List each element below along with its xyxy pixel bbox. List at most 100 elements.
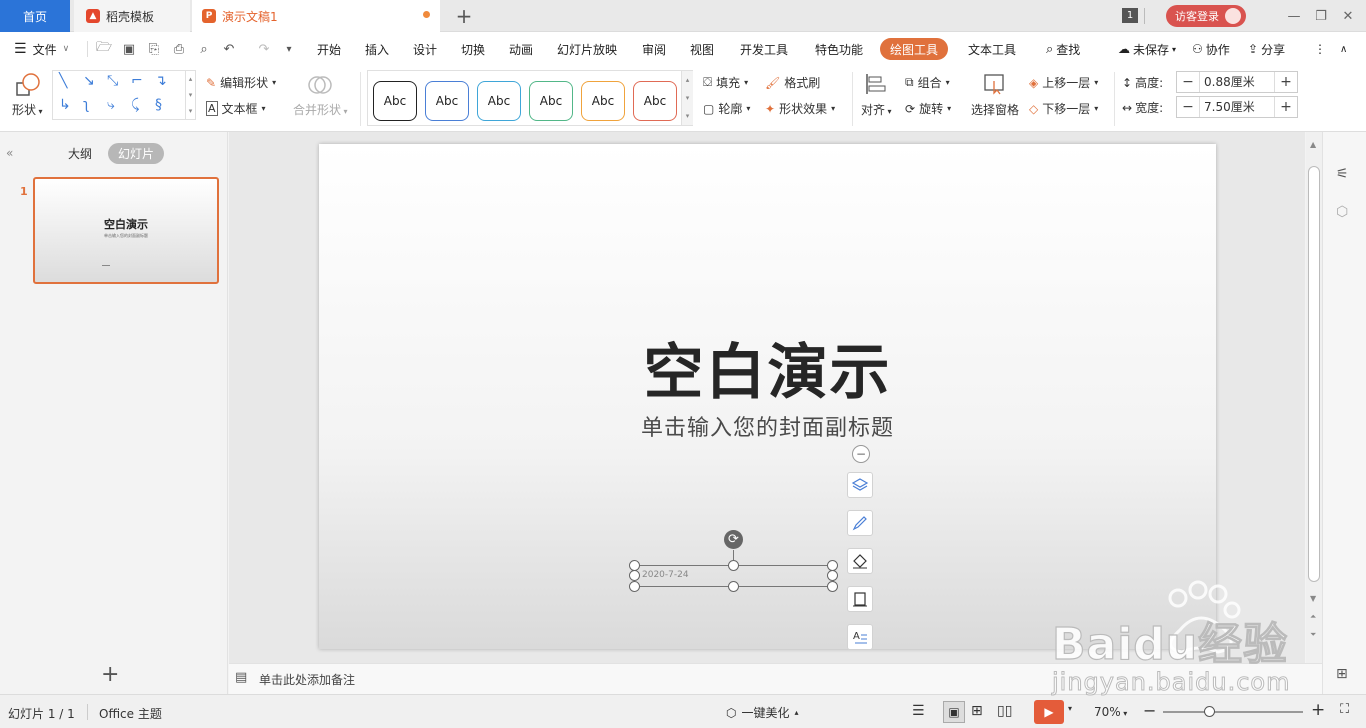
minimize-icon[interactable]: — [1284, 6, 1304, 26]
open-icon[interactable]: 🗁 [96, 40, 112, 57]
rotate-handle-icon[interactable]: ⟳ [724, 530, 743, 549]
customize-icon[interactable]: ▾ [281, 41, 297, 57]
window-count-badge[interactable]: 1 [1122, 8, 1138, 23]
menu-start[interactable]: 开始 [317, 32, 341, 66]
menu-view[interactable]: 视图 [690, 32, 714, 66]
tab-outline[interactable]: 大纲 [68, 145, 92, 162]
menu-features[interactable]: 特色功能 [815, 32, 863, 66]
cube-icon[interactable]: ⬡ [1336, 204, 1348, 220]
notes-pane[interactable]: ▤ 单击此处添加备注 [229, 663, 1322, 694]
line-shape-gallery[interactable]: ╲ ↘ ⤡ ⌐ ↴ ↳ ʅ ⤷ ⤹ § ▴ ▾ ▾ [52, 70, 196, 120]
gallery-scroll[interactable]: ▴ ▾ ▾ [185, 71, 195, 119]
textbox-button[interactable]: A 文本框 ▾ [206, 100, 266, 117]
date-text[interactable]: 2020-7-24 [642, 570, 689, 580]
close-icon[interactable]: ✕ [1338, 6, 1358, 26]
next-slide-icon[interactable]: ⏷ [1310, 630, 1316, 640]
resize-handle[interactable] [827, 581, 838, 592]
unsaved-button[interactable]: ☁ 未保存 ▾ [1118, 32, 1176, 66]
zoom-slider[interactable] [1163, 711, 1303, 713]
increase-width-button[interactable]: + [1275, 97, 1297, 117]
undo-icon[interactable]: ↶ [221, 41, 237, 57]
height-stepper[interactable]: − 0.88厘米 + [1176, 71, 1298, 93]
layers-icon[interactable] [847, 472, 873, 498]
shape-icon[interactable] [14, 72, 42, 100]
slide-title[interactable]: 空白演示 [319, 324, 1216, 411]
save-icon[interactable]: ▣ [121, 41, 137, 57]
shape-style-gallery[interactable]: Abc Abc Abc Abc Abc Abc ▴ ▾ ▾ [367, 70, 693, 126]
tab-template[interactable]: ▲ 稻壳模板 [74, 0, 190, 32]
format-painter-button[interactable]: 🖌 格式刷 [765, 74, 820, 91]
fill-button[interactable]: ⛋ 填充 ▾ [703, 74, 748, 91]
zoom-in-icon[interactable]: + [1311, 700, 1325, 720]
notes-toggle-icon[interactable]: ☰ [912, 703, 925, 719]
resize-handle[interactable] [728, 581, 739, 592]
file-menu[interactable]: ☰ 文件 ∨ [14, 32, 69, 66]
edit-shape-button[interactable]: ✎ 编辑形状 ▾ [206, 74, 276, 91]
increase-height-button[interactable]: + [1275, 72, 1297, 92]
menu-developer[interactable]: 开发工具 [740, 32, 788, 66]
zoom-slider-knob[interactable] [1204, 706, 1215, 717]
width-stepper[interactable]: − 7.50厘米 + [1176, 96, 1298, 118]
shape-button[interactable]: 形状 ▾ [12, 101, 43, 118]
width-input[interactable]: 7.50厘米 [1199, 97, 1275, 117]
shape-effect-button[interactable]: ✦ 形状效果 ▾ [765, 100, 835, 117]
pen-icon[interactable] [847, 510, 873, 536]
outline-button[interactable]: ▢ 轮廓 ▾ [703, 100, 750, 117]
play-button[interactable]: ▶ [1034, 700, 1064, 724]
decrease-height-button[interactable]: − [1177, 72, 1199, 92]
selection-pane-button[interactable]: 选择窗格 [971, 101, 1019, 118]
menu-insert[interactable]: 插入 [365, 32, 389, 66]
play-options-icon[interactable]: ▾ [1068, 704, 1072, 713]
vertical-scrollbar[interactable]: ▲ ▼ ⏶ ⏷ [1306, 132, 1322, 663]
slide[interactable]: 空白演示 单击输入您的封面副标题 ⟳ 2020-7-24 [319, 144, 1216, 649]
merge-shape-button[interactable]: 合并形状 ▾ [293, 101, 348, 118]
resize-handle[interactable] [629, 581, 640, 592]
send-backward-button[interactable]: ◇ 下移一层 ▾ [1029, 100, 1098, 117]
collapse-float-toolbar-icon[interactable]: − [852, 445, 870, 463]
bring-forward-button[interactable]: ◈ 上移一层 ▾ [1029, 74, 1098, 91]
zoom-level[interactable]: 70% ▾ [1094, 705, 1127, 719]
scroll-down-icon[interactable]: ▼ [1310, 594, 1316, 603]
theme-name[interactable]: Office 主题 [99, 705, 162, 722]
menu-transition[interactable]: 切换 [461, 32, 485, 66]
slide-sorter-icon[interactable]: ⊞ [971, 703, 983, 719]
border-icon[interactable] [847, 586, 873, 612]
text-style-icon[interactable]: A [847, 624, 873, 650]
style-preset-4[interactable]: Abc [529, 81, 573, 121]
more-icon[interactable]: ⋮ [1314, 32, 1326, 66]
resize-handle[interactable] [629, 570, 640, 581]
redo-icon[interactable]: ↷ [256, 41, 272, 57]
slide-subtitle[interactable]: 单击输入您的封面副标题 [319, 410, 1216, 442]
style-preset-1[interactable]: Abc [373, 81, 417, 121]
properties-icon[interactable]: ⚟ [1336, 166, 1349, 182]
notes-placeholder[interactable]: 单击此处添加备注 [259, 671, 355, 688]
prev-slide-icon[interactable]: ⏶ [1310, 612, 1316, 622]
grid-icon[interactable]: ⊞ [1336, 666, 1348, 682]
tab-home[interactable]: 首页 [0, 0, 70, 32]
fill-icon[interactable] [847, 548, 873, 574]
style-preset-3[interactable]: Abc [477, 81, 521, 121]
resize-handle[interactable] [827, 570, 838, 581]
export-icon[interactable]: ⎘ [146, 41, 162, 57]
share-button[interactable]: ⇪ 分享 [1248, 32, 1285, 66]
reading-view-icon[interactable]: ▯▯ [997, 703, 1012, 719]
scrollbar-thumb[interactable] [1308, 166, 1320, 582]
menu-drawing-tools[interactable]: 绘图工具 [880, 38, 949, 60]
style-preset-6[interactable]: Abc [633, 81, 677, 121]
menu-review[interactable]: 审阅 [642, 32, 666, 66]
collapse-ribbon-icon[interactable]: ∧ [1340, 32, 1347, 66]
slide-thumbnail[interactable]: 空白演示 单击输入您的封面副标题 [33, 177, 219, 284]
tab-document[interactable]: P 演示文稿1 [192, 0, 440, 32]
search-button[interactable]: ⌕ 查找 [1046, 32, 1080, 66]
decrease-width-button[interactable]: − [1177, 97, 1199, 117]
selection-pane-icon[interactable] [983, 72, 1007, 96]
print-preview-icon[interactable]: ⌕ [196, 41, 212, 57]
login-button[interactable]: 访客登录 [1166, 5, 1246, 27]
group-button[interactable]: ⧉ 组合 ▾ [905, 74, 950, 91]
tab-slides[interactable]: 幻灯片 [108, 143, 164, 164]
style-preset-2[interactable]: Abc [425, 81, 469, 121]
new-tab-button[interactable]: + [452, 4, 476, 28]
align-icon[interactable] [864, 72, 888, 96]
beautify-button[interactable]: ⬡ 一键美化 ▴ [726, 704, 799, 721]
align-button[interactable]: 对齐 ▾ [861, 101, 892, 118]
